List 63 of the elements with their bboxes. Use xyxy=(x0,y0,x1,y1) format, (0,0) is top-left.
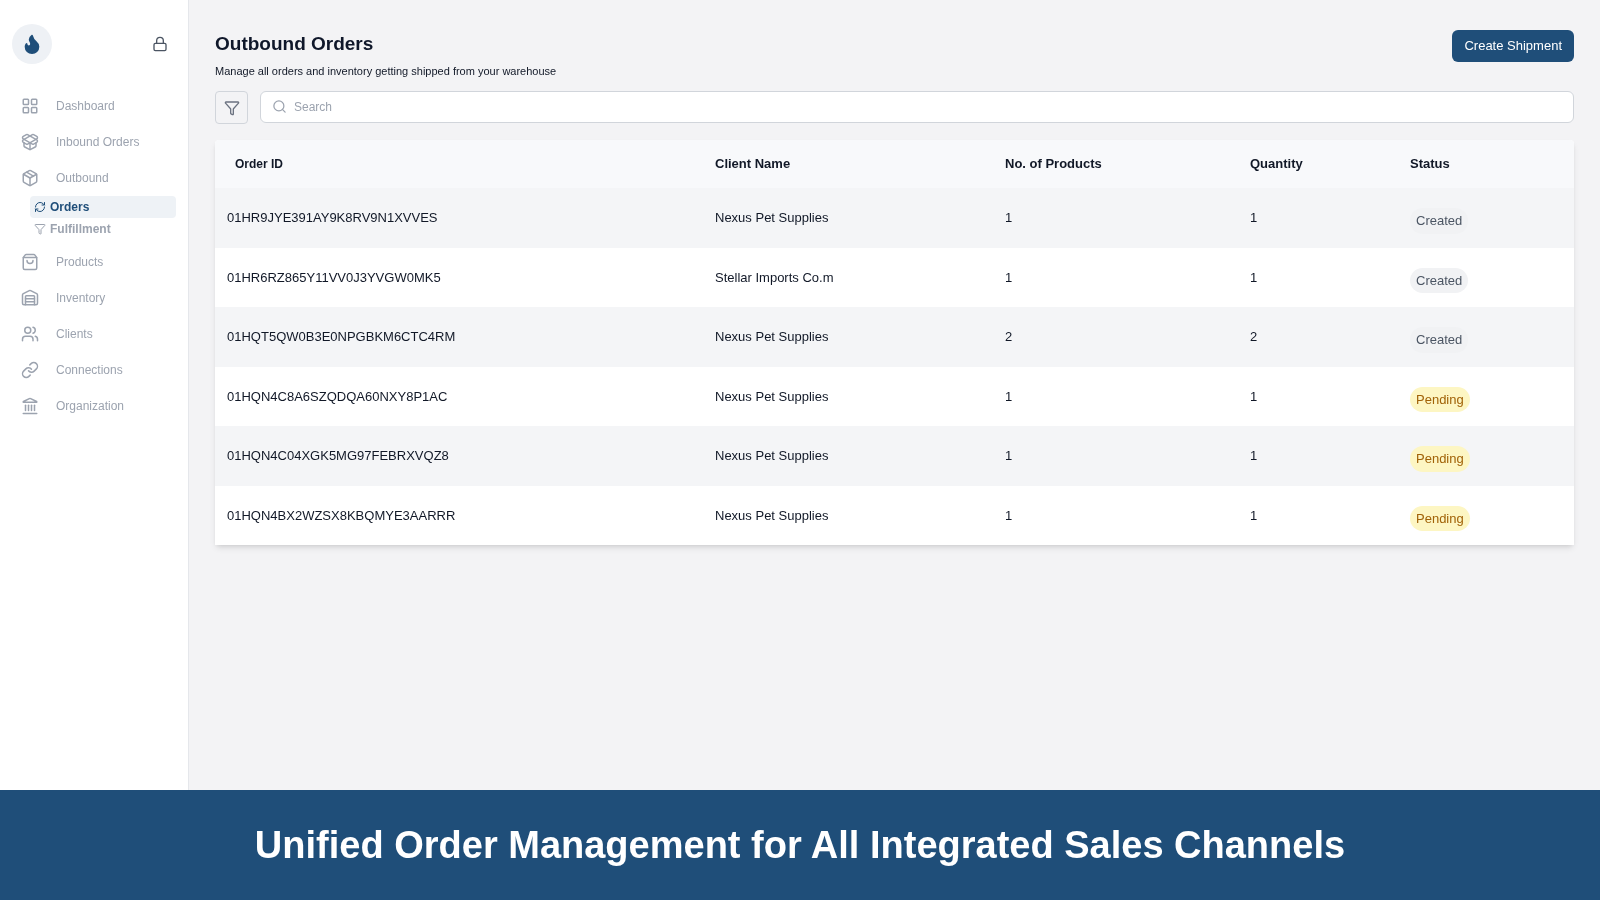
sidebar-item[interactable]: Inbound Orders xyxy=(12,124,176,160)
sidebar-item[interactable]: Outbound xyxy=(12,160,176,196)
box-icon xyxy=(21,169,39,187)
table-cell: 01HQN4BX2WZSX8KBQMYE3AARRR xyxy=(227,507,456,523)
status-badge: Pending xyxy=(1410,446,1470,472)
table-cell: 2 xyxy=(1005,329,1013,344)
people-icon xyxy=(21,325,39,343)
filter-button[interactable] xyxy=(215,91,248,124)
status-badge: Pending xyxy=(1410,386,1470,412)
column-header: Order ID xyxy=(234,156,283,173)
table-cell: Nexus Pet Supplies xyxy=(715,388,829,404)
table-cell: 1 xyxy=(1005,448,1013,463)
grid-icon xyxy=(21,97,39,115)
banner-text: Unified Order Management for All Integrated Sales Channels xyxy=(254,822,1346,868)
table-cell: 1 xyxy=(1250,507,1258,523)
table-cell: 01HQN4C04XGK5MG97FEBRXVQZ8 xyxy=(227,448,449,463)
sidebar-item[interactable]: Clients xyxy=(12,316,176,352)
table-cell: 01HQN4C8A6SZQDQA60NXY8P1AC xyxy=(227,388,448,404)
sidebar-subitem[interactable]: Orders xyxy=(30,196,176,218)
funnel-icon xyxy=(34,223,46,235)
sidebar-item[interactable]: Dashboard xyxy=(12,88,176,124)
page-subtitle: Manage all orders and inventory getting shipped from your warehouse xyxy=(215,63,557,79)
warehouse-icon xyxy=(21,289,39,307)
sidebar-item[interactable]: Products xyxy=(12,244,176,280)
search-field[interactable]: Search xyxy=(260,91,1574,123)
sidebar-subitem[interactable]: Fulfillment xyxy=(30,218,176,240)
table-cell: 1 xyxy=(1250,388,1258,404)
table-cell: 1 xyxy=(1250,448,1258,463)
refresh-icon xyxy=(34,201,46,213)
table-cell: 01HR9JYE391AY9K8RV9N1XVVES xyxy=(227,210,438,225)
table-cell: 01HR6RZ865Y11VV0J3YVGW0MK5 xyxy=(227,269,441,285)
table-cell: Stellar Imports Co.m xyxy=(715,269,834,285)
sidebar-item[interactable]: Inventory xyxy=(12,280,176,316)
bank-icon xyxy=(21,397,39,415)
logo[interactable] xyxy=(12,24,52,64)
column-header: Status xyxy=(1410,155,1450,174)
column-header: No. of Products xyxy=(1005,155,1102,174)
column-header: Client Name xyxy=(715,155,791,174)
box-icon xyxy=(21,133,39,151)
table-cell: 1 xyxy=(1005,507,1013,523)
table-cell: Nexus Pet Supplies xyxy=(715,448,829,463)
search-icon xyxy=(272,99,287,114)
lock-icon[interactable] xyxy=(152,36,168,52)
table-cell: Nexus Pet Supplies xyxy=(715,507,829,523)
status-badge: Created xyxy=(1410,267,1469,293)
sidebar-item[interactable]: Connections xyxy=(12,352,176,388)
table-cell: 1 xyxy=(1005,269,1013,285)
create-shipment-button[interactable]: Create Shipment xyxy=(1452,30,1574,62)
status-badge: Pending xyxy=(1410,505,1470,531)
bag-icon xyxy=(21,253,39,271)
sidebar-item[interactable]: Organization xyxy=(12,388,176,424)
column-header: Quantity xyxy=(1250,155,1303,174)
table-cell: 01HQT5QW0B3E0NPGBKM6CTC4RM xyxy=(227,329,456,344)
table-cell: Nexus Pet Supplies xyxy=(715,329,829,344)
table-cell: 1 xyxy=(1005,388,1013,404)
page-title: Outbound Orders xyxy=(215,32,375,56)
table-cell: 1 xyxy=(1005,210,1013,225)
link-icon xyxy=(21,361,39,379)
funnel-icon xyxy=(223,99,240,116)
table-cell: 1 xyxy=(1250,269,1258,285)
table-cell: 1 xyxy=(1250,210,1258,225)
table-cell: 2 xyxy=(1250,329,1258,344)
table-cell: Nexus Pet Supplies xyxy=(715,210,829,225)
